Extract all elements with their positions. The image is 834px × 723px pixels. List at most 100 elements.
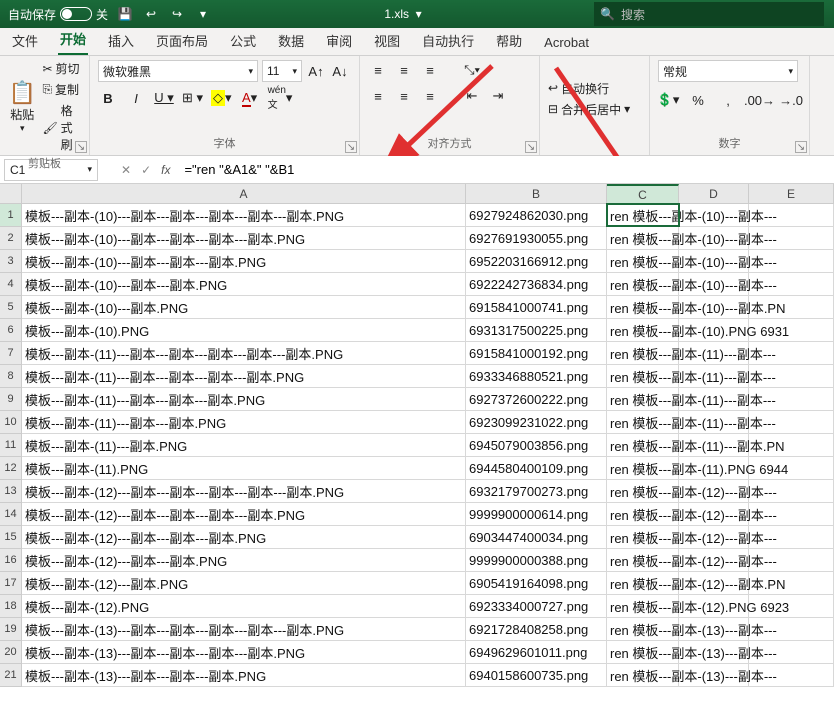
cell[interactable]: 模板---副本-(12)---副本---副本---副本---副本---副本.PN… bbox=[22, 480, 466, 502]
comma-button[interactable]: , bbox=[718, 90, 738, 110]
col-header-A[interactable]: A bbox=[22, 184, 466, 203]
cell[interactable]: 模板---副本-(13)---副本---副本---副本---副本.PNG bbox=[22, 641, 466, 663]
font-launcher[interactable]: ↘ bbox=[345, 141, 357, 153]
align-center-button[interactable]: ≡ bbox=[394, 86, 414, 106]
cell[interactable]: 6927691930055.png bbox=[466, 227, 607, 249]
percent-button[interactable]: % bbox=[688, 90, 708, 110]
row-header[interactable]: 7 bbox=[0, 342, 22, 365]
increase-font-button[interactable]: A↑ bbox=[306, 61, 326, 81]
cell[interactable]: 模板---副本-(12)---副本.PNG bbox=[22, 572, 466, 594]
cell[interactable]: ren 模板---副本-(11).PNG 6944 bbox=[607, 457, 679, 479]
row-header[interactable]: 15 bbox=[0, 526, 22, 549]
row-header[interactable]: 8 bbox=[0, 365, 22, 388]
save-icon[interactable]: 💾 bbox=[116, 5, 134, 23]
tab-开始[interactable]: 开始 bbox=[58, 24, 88, 55]
font-color-button[interactable]: A▾ bbox=[240, 88, 260, 108]
formula-input[interactable] bbox=[178, 159, 830, 181]
cell[interactable]: ren 模板---副本-(10)---副本--- bbox=[607, 273, 679, 295]
col-header-C[interactable]: C bbox=[607, 184, 679, 203]
row-header[interactable]: 10 bbox=[0, 411, 22, 434]
cell[interactable]: 9999900000388.png bbox=[466, 549, 607, 571]
row-header[interactable]: 14 bbox=[0, 503, 22, 526]
cell[interactable]: ren 模板---副本-(12).PNG 6923 bbox=[607, 595, 679, 617]
cell[interactable]: 6949629601011.png bbox=[466, 641, 607, 663]
cell[interactable]: 6915841000192.png bbox=[466, 342, 607, 364]
cell[interactable]: 模板---副本-(10)---副本---副本---副本.PNG bbox=[22, 250, 466, 272]
cell[interactable]: 9999900000614.png bbox=[466, 503, 607, 525]
cell[interactable]: 模板---副本-(12)---副本---副本---副本.PNG bbox=[22, 526, 466, 548]
cell[interactable]: 6903447400034.png bbox=[466, 526, 607, 548]
cell[interactable]: 模板---副本-(11)---副本---副本---副本---副本---副本.PN… bbox=[22, 342, 466, 364]
row-header[interactable]: 13 bbox=[0, 480, 22, 503]
cell[interactable]: 6927372600222.png bbox=[466, 388, 607, 410]
increase-decimal-button[interactable]: .00→ bbox=[748, 90, 771, 110]
row-header[interactable]: 9 bbox=[0, 388, 22, 411]
row-header[interactable]: 21 bbox=[0, 664, 22, 687]
row-header[interactable]: 3 bbox=[0, 250, 22, 273]
tab-插入[interactable]: 插入 bbox=[106, 26, 136, 55]
fx-icon[interactable]: fx bbox=[161, 163, 170, 177]
italic-button[interactable]: I bbox=[126, 88, 146, 108]
cells-area[interactable]: 模板---副本-(10)---副本---副本---副本---副本---副本.PN… bbox=[22, 204, 834, 687]
border-button[interactable]: ⊞ ▾ bbox=[182, 88, 203, 108]
wrap-text-button[interactable]: ↩ 自动换行 bbox=[548, 80, 641, 97]
cell[interactable]: ren 模板---副本-(12)---副本--- bbox=[607, 480, 679, 502]
cell[interactable]: 6905419164098.png bbox=[466, 572, 607, 594]
number-format-select[interactable]: 常规▾ bbox=[658, 60, 798, 82]
cell[interactable]: 模板---副本-(12)---副本---副本---副本---副本.PNG bbox=[22, 503, 466, 525]
number-launcher[interactable]: ↘ bbox=[795, 141, 807, 153]
font-size-select[interactable]: 11▾ bbox=[262, 60, 302, 82]
tab-Acrobat[interactable]: Acrobat bbox=[542, 30, 591, 55]
cell[interactable]: 模板---副本-(11).PNG bbox=[22, 457, 466, 479]
cell[interactable]: ren 模板---副本-(13)---副本--- bbox=[607, 664, 679, 686]
cell[interactable]: ren 模板---副本-(12)---副本--- bbox=[607, 549, 679, 571]
cell[interactable]: 模板---副本-(12).PNG bbox=[22, 595, 466, 617]
cell[interactable]: 模板---副本-(10)---副本---副本.PNG bbox=[22, 273, 466, 295]
decrease-indent-button[interactable]: ⇤ bbox=[462, 86, 482, 106]
align-top-button[interactable]: ≡ bbox=[368, 60, 388, 80]
enter-formula-icon[interactable]: ✓ bbox=[141, 163, 151, 177]
align-launcher[interactable]: ↘ bbox=[525, 141, 537, 153]
tab-视图[interactable]: 视图 bbox=[372, 26, 402, 55]
tab-自动执行[interactable]: 自动执行 bbox=[420, 26, 476, 55]
font-name-select[interactable]: 微软雅黑▾ bbox=[98, 60, 258, 82]
decrease-font-button[interactable]: A↓ bbox=[330, 61, 350, 81]
cell[interactable]: ren 模板---副本-(10)---副本--- bbox=[607, 227, 679, 249]
merge-center-button[interactable]: ⊟ 合并后居中 ▾ bbox=[548, 101, 641, 118]
cell[interactable]: 模板---副本-(10)---副本---副本---副本---副本---副本.PN… bbox=[22, 204, 466, 226]
cell[interactable]: 模板---副本-(11)---副本---副本---副本.PNG bbox=[22, 388, 466, 410]
cell[interactable]: ren 模板---副本-(13)---副本--- bbox=[607, 618, 679, 640]
cell[interactable]: ren 模板---副本-(11)---副本--- bbox=[607, 365, 679, 387]
cell[interactable]: 6945079003856.png bbox=[466, 434, 607, 456]
cell[interactable]: 6923334000727.png bbox=[466, 595, 607, 617]
autosave-toggle[interactable]: 自动保存 关 bbox=[8, 6, 108, 23]
row-header[interactable]: 16 bbox=[0, 549, 22, 572]
tab-数据[interactable]: 数据 bbox=[276, 26, 306, 55]
cell[interactable]: ren 模板---副本-(12)---副本--- bbox=[607, 526, 679, 548]
tab-审阅[interactable]: 审阅 bbox=[324, 26, 354, 55]
row-header[interactable]: 2 bbox=[0, 227, 22, 250]
cell[interactable]: ren 模板---副本-(13)---副本--- bbox=[607, 641, 679, 663]
row-header[interactable]: 19 bbox=[0, 618, 22, 641]
cell[interactable]: 模板---副本-(12)---副本---副本.PNG bbox=[22, 549, 466, 571]
row-header[interactable]: 4 bbox=[0, 273, 22, 296]
cell[interactable]: 6940158600735.png bbox=[466, 664, 607, 686]
cell[interactable]: 6915841000741.png bbox=[466, 296, 607, 318]
search-box[interactable]: 🔍 搜索 bbox=[594, 2, 824, 26]
cell[interactable]: ren 模板---副本-(10)---副本--- bbox=[607, 204, 679, 226]
cell[interactable]: 模板---副本-(13)---副本---副本---副本.PNG bbox=[22, 664, 466, 686]
qat-dropdown-icon[interactable]: ▾ bbox=[194, 5, 212, 23]
cell[interactable]: ren 模板---副本-(10)---副本.PN bbox=[607, 296, 679, 318]
row-header[interactable]: 18 bbox=[0, 595, 22, 618]
col-header-D[interactable]: D bbox=[679, 184, 749, 203]
cell[interactable]: 模板---副本-(10)---副本.PNG bbox=[22, 296, 466, 318]
row-header[interactable]: 5 bbox=[0, 296, 22, 319]
cell[interactable]: 6931317500225.png bbox=[466, 319, 607, 341]
accounting-format-button[interactable]: 💲▾ bbox=[658, 90, 678, 110]
worksheet[interactable]: A B C D E 123456789101112131415161718192… bbox=[0, 184, 834, 687]
cell[interactable]: 模板---副本-(11)---副本---副本---副本---副本.PNG bbox=[22, 365, 466, 387]
col-header-B[interactable]: B bbox=[466, 184, 607, 203]
cell[interactable]: 6921728408258.png bbox=[466, 618, 607, 640]
row-header[interactable]: 20 bbox=[0, 641, 22, 664]
row-header[interactable]: 1 bbox=[0, 204, 22, 227]
